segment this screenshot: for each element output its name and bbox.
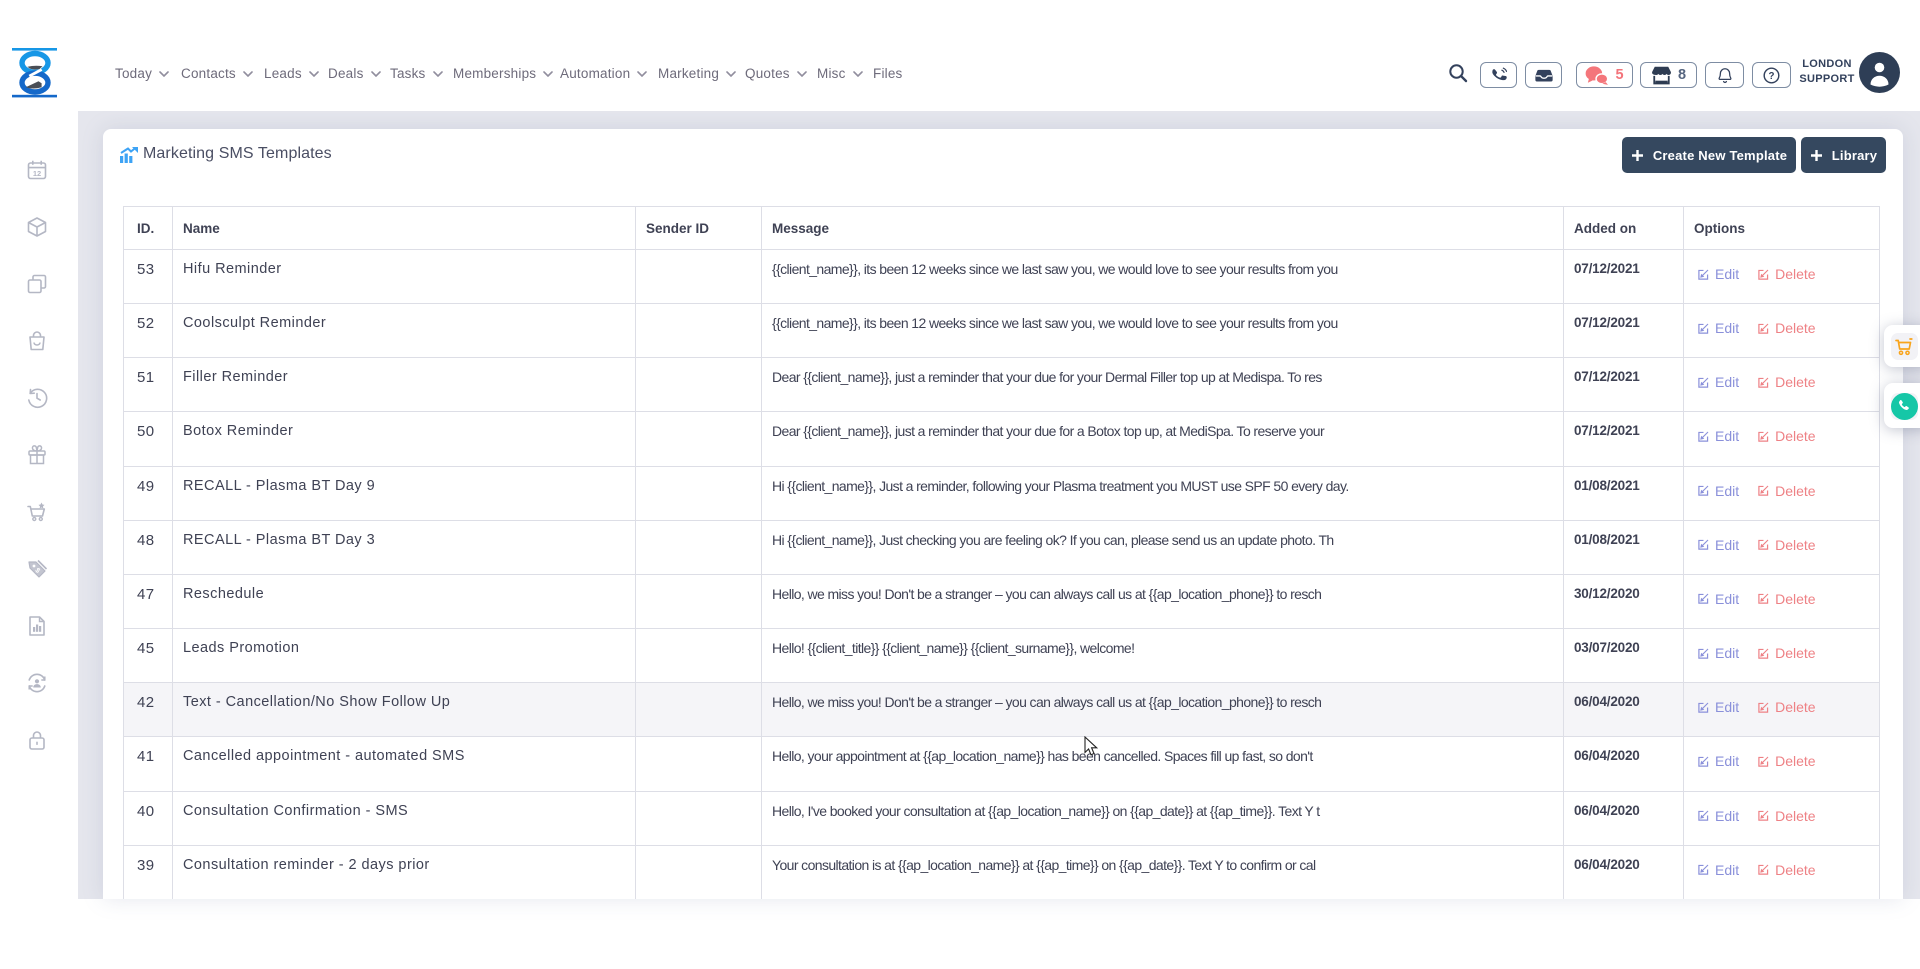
svg-text:12: 12 [33,169,41,178]
svg-text:?: ? [1769,71,1775,82]
